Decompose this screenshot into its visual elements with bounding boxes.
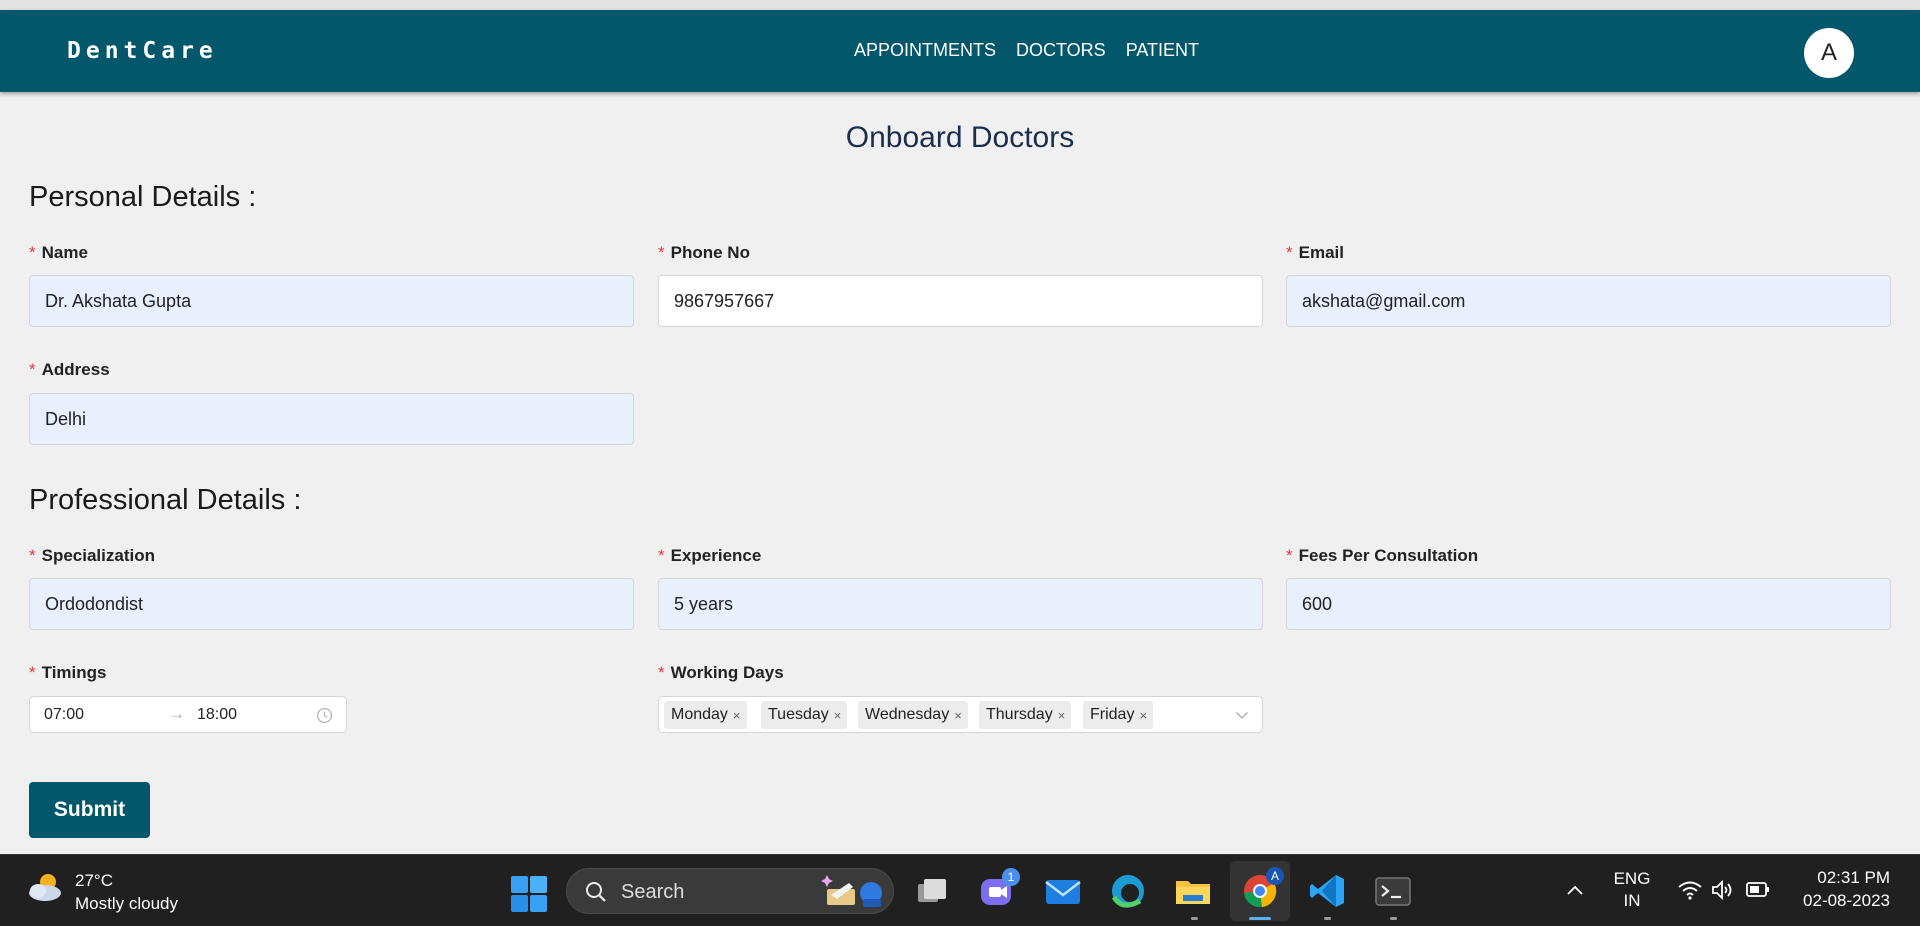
search-label: Search: [621, 881, 685, 903]
clock-time: 02:31 PM: [1817, 868, 1890, 887]
chevron-up-icon[interactable]: [1565, 883, 1585, 897]
working-days-select[interactable]: Monday × Tuesday × Wednesday × Thursday × Fr…: [658, 696, 1263, 733]
remove-tag-icon[interactable]: ×: [954, 708, 962, 723]
browser-top-strip: [0, 0, 1920, 10]
nav-links: APPOINTMENTS DOCTORS PATIENT: [854, 40, 1199, 61]
user-avatar[interactable]: A: [1804, 28, 1854, 78]
required-mark: *: [29, 546, 36, 565]
chrome-profile-badge: A: [1266, 867, 1284, 885]
weather-temperature: 27°C: [75, 871, 113, 890]
specialization-label: * Specialization: [29, 546, 155, 565]
clock-icon: [316, 707, 333, 724]
start-time-input[interactable]: 07:00: [44, 706, 84, 724]
battery-icon[interactable]: [1745, 881, 1771, 899]
remove-tag-icon[interactable]: ×: [733, 708, 741, 723]
nav-patient[interactable]: PATIENT: [1126, 40, 1199, 61]
timings-label: * Timings: [29, 663, 107, 682]
active-indicator: [1249, 917, 1271, 920]
email-label: * Email: [1286, 243, 1344, 262]
name-label: * Name: [29, 243, 88, 262]
volume-icon[interactable]: [1710, 879, 1734, 901]
submit-button[interactable]: Submit: [29, 782, 150, 838]
system-clock[interactable]: 02:31 PM 02-08-2023: [1770, 866, 1890, 912]
clock-date: 02-08-2023: [1803, 891, 1890, 910]
notification-badge: 1: [1002, 868, 1020, 886]
required-mark: *: [658, 663, 665, 682]
running-indicator: [1324, 917, 1331, 920]
personal-details-heading: Personal Details :: [29, 181, 257, 213]
required-mark: *: [29, 243, 36, 262]
nav-appointments[interactable]: APPOINTMENTS: [854, 40, 996, 61]
terminal-icon[interactable]: [1373, 871, 1413, 911]
search-icon: [586, 882, 606, 902]
range-arrow-icon: →: [168, 704, 185, 723]
day-tag-monday: Monday ×: [664, 701, 747, 729]
professional-details-heading: Professional Details :: [29, 484, 302, 516]
day-tag-tuesday: Tuesday ×: [761, 701, 848, 729]
required-mark: *: [29, 360, 36, 379]
cloudy-weather-icon: [29, 874, 61, 901]
taskbar-search[interactable]: Search: [566, 868, 894, 914]
phone-input[interactable]: 9867957667: [658, 275, 1263, 327]
remove-tag-icon[interactable]: ×: [834, 708, 842, 723]
required-mark: *: [29, 663, 36, 682]
running-indicator: [1390, 917, 1397, 920]
task-view-icon[interactable]: [912, 871, 952, 911]
day-tag-friday: Friday ×: [1083, 701, 1154, 729]
page-title: Onboard Doctors: [845, 121, 1075, 154]
address-input[interactable]: Delhi: [29, 393, 634, 445]
address-label: * Address: [29, 360, 110, 379]
experience-label: * Experience: [658, 546, 762, 565]
phone-label: * Phone No: [658, 243, 750, 262]
nav-doctors[interactable]: DOCTORS: [1016, 40, 1106, 61]
taskbar: 27°C Mostly cloudy Search 1 A ENG IN 02:…: [0, 854, 1920, 926]
day-tag-thursday: Thursday ×: [979, 701, 1072, 729]
search-highlight-icon: [821, 875, 882, 907]
windows-start-icon[interactable]: [510, 875, 548, 913]
chevron-down-icon: [1236, 712, 1248, 719]
weather-widget[interactable]: 27°C Mostly cloudy: [26, 869, 178, 913]
email-input[interactable]: akshata@gmail.com: [1286, 275, 1891, 327]
fees-input[interactable]: 600: [1286, 578, 1891, 630]
experience-input[interactable]: 5 years: [658, 578, 1263, 630]
required-mark: *: [1286, 243, 1293, 262]
timings-range-picker[interactable]: 07:00 → 18:00: [29, 696, 347, 733]
required-mark: *: [658, 546, 665, 565]
navbar: DentCare APPOINTMENTS DOCTORS PATIENT A: [0, 10, 1920, 92]
mail-icon[interactable]: [1043, 871, 1083, 911]
file-explorer-icon[interactable]: [1173, 871, 1213, 911]
fees-label: * Fees Per Consultation: [1286, 546, 1479, 565]
remove-tag-icon[interactable]: ×: [1058, 708, 1066, 723]
required-mark: *: [658, 243, 665, 262]
edge-browser-icon[interactable]: [1108, 871, 1148, 911]
name-input[interactable]: Dr. Akshata Gupta: [29, 275, 634, 327]
weather-condition: Mostly cloudy: [75, 894, 178, 913]
end-time-input[interactable]: 18:00: [197, 706, 237, 724]
specialization-input[interactable]: Ordodondist: [29, 578, 634, 630]
language-indicator[interactable]: ENG IN: [1612, 868, 1652, 912]
day-tag-wednesday: Wednesday ×: [858, 701, 968, 729]
working-days-label: * Working Days: [658, 663, 784, 682]
remove-tag-icon[interactable]: ×: [1139, 708, 1147, 723]
running-indicator: [1191, 917, 1198, 920]
required-mark: *: [1286, 546, 1293, 565]
brand-logo[interactable]: DentCare: [67, 38, 218, 64]
wifi-icon[interactable]: [1677, 879, 1703, 901]
vscode-icon[interactable]: [1308, 871, 1348, 911]
